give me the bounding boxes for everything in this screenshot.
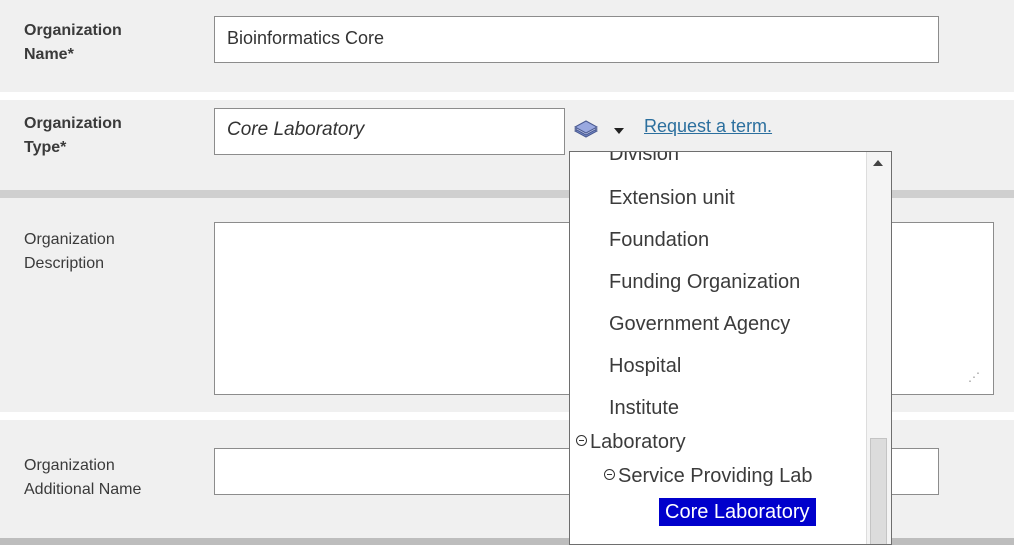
org-type-input[interactable]: Core Laboratory: [214, 108, 565, 155]
dropdown-item-core-laboratory[interactable]: Core Laboratory: [659, 498, 816, 526]
request-term-link[interactable]: Request a term.: [644, 116, 772, 137]
dropdown-item-government-agency[interactable]: Government Agency: [609, 310, 790, 338]
org-type-dropdown[interactable]: Division Extension unit Foundation Fundi…: [569, 151, 892, 545]
org-type-label: Organization Type*: [24, 115, 122, 156]
org-description-label: Organization Description: [24, 231, 115, 272]
scroll-up-arrow-icon[interactable]: [873, 160, 883, 166]
scroll-thumb[interactable]: [870, 438, 887, 544]
dropdown-item-extension-unit[interactable]: Extension unit: [609, 184, 735, 212]
caret-down-icon: [614, 128, 624, 134]
dropdown-item-laboratory[interactable]: Laboratory: [576, 428, 686, 456]
dropdown-item-hospital[interactable]: Hospital: [609, 352, 681, 380]
book-stack-icon: [573, 120, 624, 138]
dropdown-scrollbar[interactable]: [866, 152, 891, 544]
resize-grip-icon[interactable]: ⋰: [968, 370, 980, 384]
org-name-input[interactable]: Bioinformatics Core: [214, 16, 939, 63]
org-name-label: Organization Name*: [24, 22, 122, 63]
term-picker-button[interactable]: [572, 116, 634, 142]
org-additional-name-label: Organization Additional Name: [24, 457, 142, 498]
collapse-circle-icon[interactable]: [604, 469, 615, 481]
dropdown-item-division[interactable]: Division: [609, 152, 679, 168]
dropdown-item-foundation[interactable]: Foundation: [609, 226, 709, 254]
dropdown-item-service-providing-lab[interactable]: Service Providing Lab: [604, 462, 813, 490]
collapse-circle-icon[interactable]: [576, 435, 587, 447]
dropdown-item-funding-organization[interactable]: Funding Organization: [609, 268, 800, 296]
dropdown-item-institute[interactable]: Institute: [609, 394, 679, 422]
